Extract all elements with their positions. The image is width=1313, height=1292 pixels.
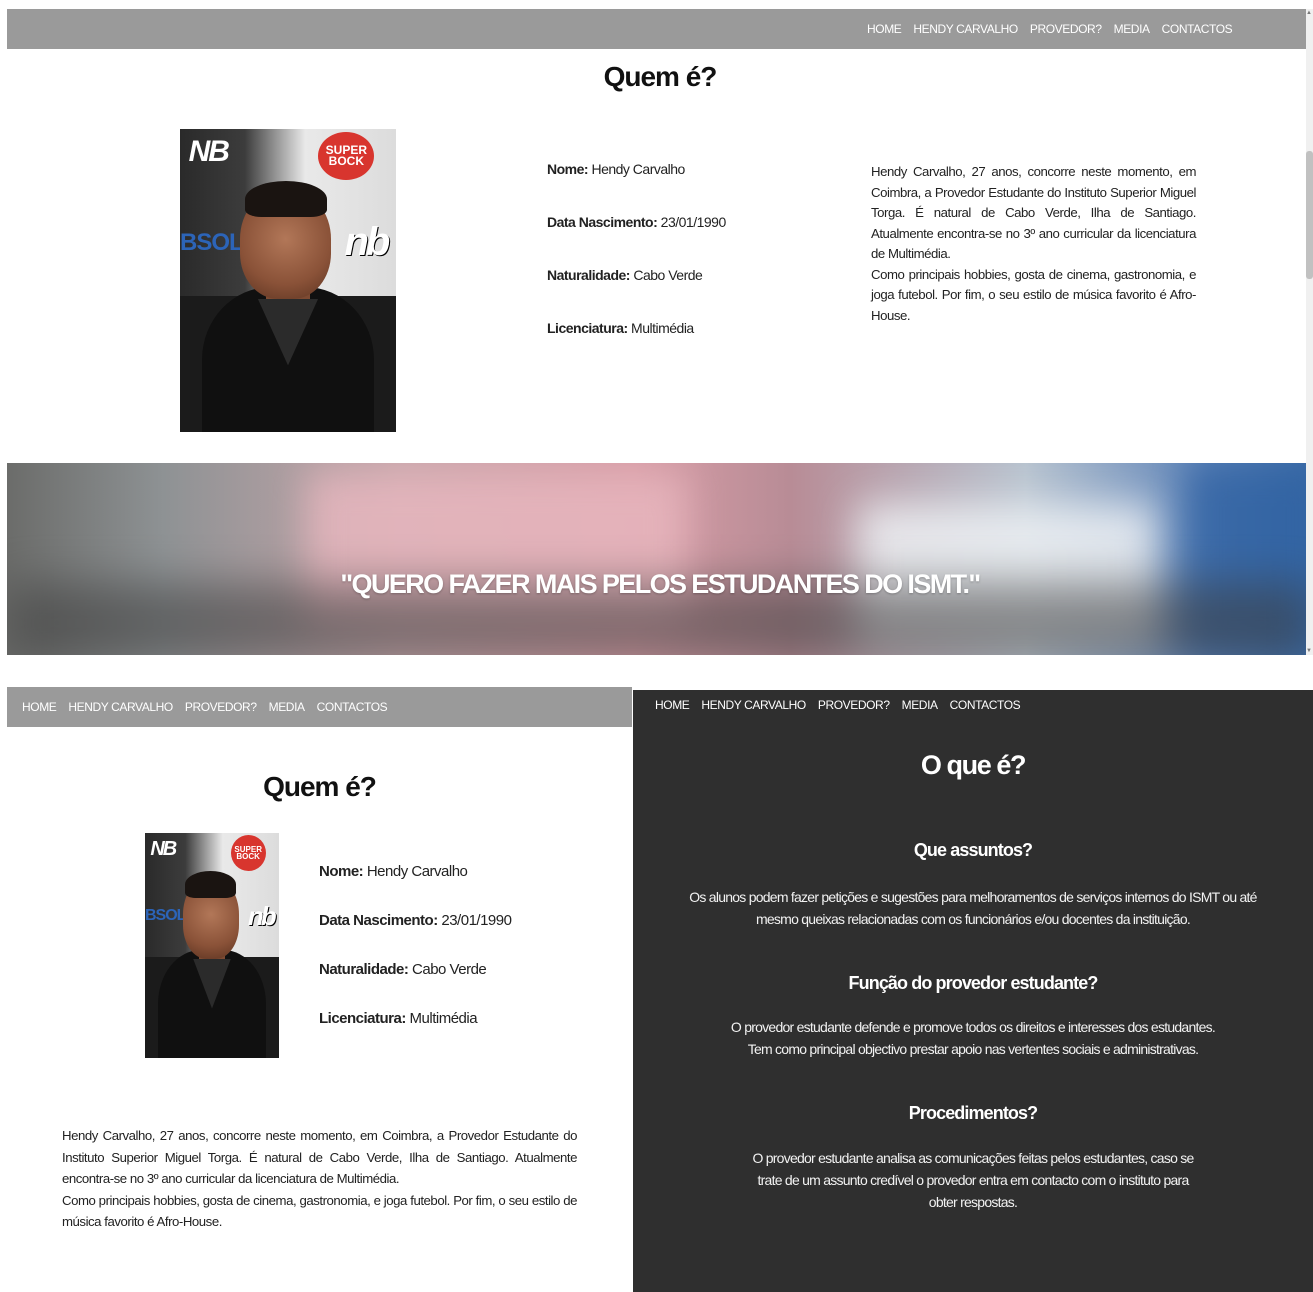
nav-contactos[interactable]: CONTACTOS (317, 700, 388, 714)
info-label: Data Nascimento: (319, 912, 438, 929)
about-view: HOME HENDY CARVALHO PROVEDOR? MEDIA CONT… (633, 690, 1313, 1292)
bio-paragraph: Como principais hobbies, gosta de cinema… (62, 1192, 577, 1230)
section-text: Tem como principal objectivo prestar apo… (747, 1041, 1199, 1057)
nav-provedor[interactable]: PROVEDOR? (818, 698, 890, 712)
photo-logo-text: NB (150, 837, 177, 860)
nav-contactos[interactable]: CONTACTOS (1162, 22, 1233, 36)
nav-hendy-carvalho[interactable]: HENDY CARVALHO (701, 698, 806, 712)
nav-media[interactable]: MEDIA (902, 698, 938, 712)
scroll-down-icon[interactable]: ▼ (1306, 648, 1312, 654)
profile-info: Nome: Hendy Carvalho Data Nascimento: 23… (547, 161, 807, 351)
nav-menu: HOME HENDY CARVALHO PROVEDOR? MEDIA CONT… (22, 687, 388, 727)
info-name: Nome: Hendy Carvalho (319, 863, 468, 880)
info-value: Multimédia (631, 320, 694, 336)
info-value: Hendy Carvalho (366, 863, 468, 880)
bio-paragraph: Hendy Carvalho, 27 anos, concorre neste … (62, 1128, 577, 1186)
hero-banner: "QUERO FAZER MAIS PELOS ESTUDANTES DO IS… (7, 463, 1313, 655)
section-heading: Função do provedor estudante? (848, 973, 1099, 993)
profile-info: Nome: Hendy Carvalho Data Nascimento: 23… (319, 863, 599, 1033)
photo-backdrop-text: BSOL (180, 228, 244, 256)
section-title: Quem é? (263, 771, 377, 802)
section-text: O provedor estudante defende e promove t… (730, 1019, 1216, 1035)
tablet-view: HOME HENDY CARVALHO PROVEDOR? MEDIA CONT… (7, 687, 632, 1292)
info-value: Hendy Carvalho (591, 161, 685, 177)
photo-figure-hair (244, 180, 327, 217)
nav-provedor[interactable]: PROVEDOR? (1030, 22, 1102, 36)
section-heading: Procedimentos? (908, 1103, 1038, 1123)
info-birthdate: Data Nascimento: 23/01/1990 (547, 214, 726, 230)
info-label: Licenciatura: (547, 320, 628, 336)
section-text: Os alunos podem fazer petições e sugestõ… (689, 889, 1257, 927)
scrollbar-thumb[interactable] (1306, 151, 1313, 279)
nav-media[interactable]: MEDIA (1114, 22, 1150, 36)
info-value: Cabo Verde (633, 267, 703, 283)
info-label: Nome: (319, 863, 364, 880)
nav-provedor[interactable]: PROVEDOR? (185, 700, 257, 714)
section-heading: Que assuntos? (913, 840, 1033, 860)
nav-home[interactable]: HOME (22, 700, 57, 714)
nav-hendy-carvalho[interactable]: HENDY CARVALHO (68, 700, 173, 714)
nav-menu: HOME HENDY CARVALHO PROVEDOR? MEDIA CONT… (867, 9, 1233, 49)
navbar: HOME HENDY CARVALHO PROVEDOR? MEDIA CONT… (7, 9, 1313, 49)
photo-logo-text-right: nb (344, 219, 391, 264)
bio-paragraph: Como principais hobbies, gosta de cinema… (871, 266, 1196, 323)
info-birthdate: Data Nascimento: 23/01/1990 (319, 912, 512, 929)
info-value: Multimédia (409, 1010, 478, 1027)
info-label: Licenciatura: (319, 1010, 406, 1027)
hero-quote: "QUERO FAZER MAIS PELOS ESTUDANTES DO IS… (340, 569, 981, 599)
info-nationality: Naturalidade: Cabo Verde (547, 267, 703, 283)
nav-hendy-carvalho[interactable]: HENDY CARVALHO (913, 22, 1018, 36)
bio-paragraph: Hendy Carvalho, 27 anos, concorre neste … (871, 164, 1196, 261)
profile-bio: Hendy Carvalho, 27 anos, concorre neste … (871, 162, 1196, 326)
scroll-up-icon[interactable]: ▲ (1306, 10, 1312, 16)
photo-badge: SUPER BOCK (230, 835, 266, 872)
info-degree: Licenciatura: Multimédia (547, 320, 694, 336)
navbar: HOME HENDY CARVALHO PROVEDOR? MEDIA CONT… (7, 687, 632, 727)
profile-bio: Hendy Carvalho, 27 anos, concorre neste … (62, 1125, 577, 1233)
info-value: 23/01/1990 (660, 214, 727, 230)
nav-media[interactable]: MEDIA (269, 700, 305, 714)
profile-photo: NB SUPER BOCK BSOL nb (180, 129, 396, 432)
info-label: Naturalidade: (319, 961, 409, 978)
info-nationality: Naturalidade: Cabo Verde (319, 961, 487, 978)
nav-home[interactable]: HOME (655, 698, 690, 712)
info-degree: Licenciatura: Multimédia (319, 1010, 478, 1027)
profile-photo: NB SUPER BOCK BSOL nb (145, 833, 279, 1058)
section-title: Quem é? (603, 61, 718, 92)
desktop-view: HOME HENDY CARVALHO PROVEDOR? MEDIA CONT… (7, 9, 1313, 655)
nav-home[interactable]: HOME (867, 22, 902, 36)
section-text: O provedor estudante analisa as comunica… (752, 1150, 1194, 1210)
nav-menu: HOME HENDY CARVALHO PROVEDOR? MEDIA CONT… (655, 690, 1021, 720)
photo-backdrop-text: BSOL (145, 907, 186, 925)
info-label: Nome: (547, 161, 589, 177)
photo-figure-hair (185, 871, 237, 899)
photo-logo-text: NB (188, 135, 230, 169)
info-value: 23/01/1990 (441, 912, 512, 929)
info-value: Cabo Verde (412, 961, 487, 978)
scrollbar[interactable]: ▲ ▼ (1306, 9, 1313, 655)
nav-contactos[interactable]: CONTACTOS (950, 698, 1021, 712)
info-label: Data Nascimento: (547, 214, 658, 230)
info-name: Nome: Hendy Carvalho (547, 161, 685, 177)
about-title: O que é? (920, 750, 1027, 780)
photo-logo-text-right: nb (247, 900, 277, 931)
info-label: Naturalidade: (547, 267, 630, 283)
